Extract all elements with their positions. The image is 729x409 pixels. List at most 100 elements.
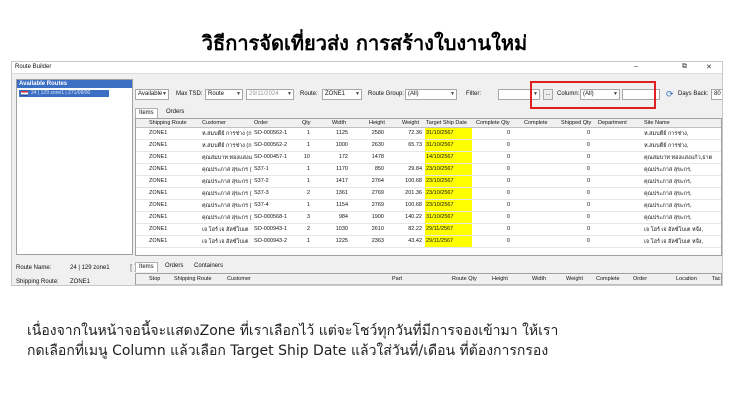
table-row[interactable]: ZONE1 คุณประภาส สุขะกร (SO-000568-1 3 984 19… bbox=[136, 212, 721, 224]
col-target-ship-date[interactable]: Target Ship Date bbox=[426, 120, 467, 126]
col-complete[interactable]: Complete bbox=[524, 120, 548, 126]
tab-orders[interactable]: Orders bbox=[163, 108, 187, 117]
table-row[interactable]: ZONE1 ห.สมบติ์ย์ การช่าง (ก. SO-000562-1 1 1… bbox=[136, 128, 721, 140]
col-qty[interactable]: Qty bbox=[302, 120, 311, 126]
table-cell: 23/10/2567 bbox=[426, 202, 454, 208]
minimize-icon[interactable]: – bbox=[634, 63, 638, 70]
table-row[interactable]: ZONE1 คุณประภาส สุขะกร (S37-4 1 1154 2769 100… bbox=[136, 200, 721, 212]
table-cell: SO-000943-2 bbox=[254, 238, 288, 244]
close-icon[interactable]: ✕ bbox=[706, 63, 712, 71]
title-bar: Route Builder – ⧉ ✕ bbox=[12, 62, 722, 74]
table-cell: 1 bbox=[306, 142, 310, 148]
route-group-select[interactable]: (All) ▼ bbox=[405, 89, 457, 100]
bcol-location[interactable]: Location bbox=[676, 276, 697, 282]
bcol-shipping-route[interactable]: Shipping Route bbox=[174, 276, 212, 282]
available-routes-panel: Available Routes 24 | 129 zone1 | 271/09… bbox=[16, 79, 133, 255]
chevron-down-icon: ▼ bbox=[236, 91, 241, 97]
col-order[interactable]: Order bbox=[254, 120, 268, 126]
table-cell: ห.สมบติ์ย์ การช่าง, bbox=[644, 143, 689, 149]
table-cell: คุณประภาส สุขะกร ( bbox=[202, 191, 252, 197]
table-cell: 23/10/2567 bbox=[426, 166, 454, 172]
table-row[interactable]: ZONE1 ห.สมบติ์ย์ การช่าง (ก. SO-000562-2 1 1… bbox=[136, 140, 721, 152]
bcol-width[interactable]: Width bbox=[532, 276, 546, 282]
caption-line-2: กดเลือกที่เมนู Column แล้วเลือก Target S… bbox=[27, 343, 549, 359]
max-tsd-select[interactable]: Route ▼ bbox=[205, 89, 243, 100]
table-cell: 100.68 bbox=[405, 202, 422, 208]
table-row[interactable]: ZONE1 เจ โฮร์ เจ ฮัลซ์โบเต SO-000943-2 1 122… bbox=[136, 236, 721, 248]
route-name-label: Route Name: bbox=[16, 265, 52, 271]
table-cell: 0 bbox=[506, 226, 510, 232]
bcol-stop[interactable]: Stop bbox=[149, 276, 160, 282]
table-row[interactable]: ZONE1 คุณประภาส สุขะกร (S37-1 1 1170 850 29.8… bbox=[136, 164, 721, 176]
col-height[interactable]: Height bbox=[369, 120, 385, 126]
tutorial-heading: วิธีการจัดเที่ยวส่ง การสร้างใบงานใหม่ bbox=[201, 31, 528, 55]
table-cell: ZONE1 bbox=[149, 238, 168, 244]
bcol-height[interactable]: Height bbox=[492, 276, 508, 282]
table-cell: 1125 bbox=[336, 130, 348, 136]
table-row[interactable]: ZONE1 เจ โฮร์ เจ ฮัลซ์โบเต SO-000943-1 2 103… bbox=[136, 224, 721, 236]
table-cell: ZONE1 bbox=[149, 142, 168, 148]
col-site-name[interactable]: Site Name bbox=[644, 120, 670, 126]
bcol-part[interactable]: Part bbox=[392, 276, 402, 282]
table-cell: 984 bbox=[338, 214, 348, 220]
table-cell: 1417 bbox=[335, 178, 348, 184]
table-cell: 2 bbox=[306, 190, 310, 196]
col-width[interactable]: Width bbox=[332, 120, 346, 126]
table-cell: 2630 bbox=[371, 142, 384, 148]
table-cell: 850 bbox=[374, 166, 384, 172]
table-cell: 1 bbox=[306, 166, 310, 172]
refresh-icon[interactable]: ⟳ bbox=[666, 89, 674, 100]
bcol-order[interactable]: Order bbox=[633, 276, 647, 282]
col-shipped-qty[interactable]: Shipped Qty bbox=[561, 120, 591, 126]
days-back-input[interactable]: 80 bbox=[711, 89, 722, 100]
table-cell: 29/11/2567 bbox=[426, 226, 454, 232]
table-cell: เจ โฮร์ เจ ฮัลซ์โบเต bbox=[202, 227, 249, 233]
col-shipping-route[interactable]: Shipping Route bbox=[149, 120, 187, 126]
table-row[interactable]: ZONE1 คุณประภาส สุขะกร (S37-2 1 1417 2764 100… bbox=[136, 176, 721, 188]
bcol-complete[interactable]: Complete bbox=[596, 276, 620, 282]
col-department[interactable]: Department bbox=[598, 120, 627, 126]
col-customer[interactable]: Customer bbox=[202, 120, 226, 126]
table-cell: ZONE1 bbox=[149, 226, 168, 232]
days-back-label: Days Back: bbox=[678, 91, 709, 97]
table-cell: 2 bbox=[306, 226, 310, 232]
bcol-route-qty[interactable]: Route Qty bbox=[452, 276, 477, 282]
table-cell: 0 bbox=[586, 190, 590, 196]
table-cell: 1225 bbox=[335, 238, 348, 244]
route-info: Route Name: 24 | 129 zone1 Shipping Rout… bbox=[16, 265, 138, 285]
route-select[interactable]: ZONE1 ▼ bbox=[322, 89, 362, 100]
table-cell: คุณสมบาท ทองแสงแก้ว,ธาต bbox=[644, 155, 713, 161]
table-cell: 82.22 bbox=[408, 226, 422, 232]
date-field[interactable]: 29/11/2024 ▼ bbox=[246, 89, 294, 100]
table-cell: SO-000943-1 bbox=[254, 226, 288, 232]
bcol-customer[interactable]: Customer bbox=[227, 276, 251, 282]
table-cell: 23/10/2567 bbox=[426, 178, 454, 184]
selected-route-item[interactable]: 24 | 129 zone1 | 271/09/00 bbox=[19, 90, 109, 97]
bottom-tab-containers[interactable]: Containers bbox=[191, 262, 226, 271]
table-cell: คุณประภาส สุขะกร, bbox=[644, 179, 692, 185]
tab-items[interactable]: Items bbox=[135, 108, 158, 118]
table-cell: 1 bbox=[306, 202, 310, 208]
bottom-tab-orders[interactable]: Orders bbox=[162, 262, 186, 271]
table-cell: ZONE1 bbox=[149, 166, 168, 172]
bottom-tab-items[interactable]: Items bbox=[135, 262, 158, 272]
filter-label: Filter: bbox=[466, 91, 481, 97]
table-row[interactable]: ZONE1 คุณประภาส สุขะกร (S37-3 2 1361 2769 201… bbox=[136, 188, 721, 200]
table-cell: ZONE1 bbox=[149, 190, 168, 196]
table-cell: คุณสมบาท ทองแสงแก้ bbox=[202, 155, 252, 161]
table-cell: 29/11/2567 bbox=[426, 238, 454, 244]
col-complete-qty[interactable]: Complete Qty bbox=[476, 120, 510, 126]
table-cell: คุณประภาส สุขะกร ( bbox=[202, 203, 252, 209]
status-select[interactable]: Available ▼ bbox=[135, 89, 169, 100]
bcol-weight[interactable]: Weight bbox=[566, 276, 583, 282]
col-weight[interactable]: Weight bbox=[402, 120, 419, 126]
bcol-tac[interactable]: Tac bbox=[712, 276, 721, 282]
table-cell: 1361 bbox=[335, 190, 348, 196]
table-cell: คุณประภาส สุขะกร ( bbox=[202, 179, 252, 185]
table-cell: 0 bbox=[586, 142, 590, 148]
table-row[interactable]: ZONE1 คุณสมบาท ทองแสงแก้ SO-000457-1 10 172 1… bbox=[136, 152, 721, 164]
table-cell: 0 bbox=[506, 166, 510, 172]
table-cell: เจ โฮร์ เจ ฮัลซ์โบเต หจั้ง, bbox=[644, 239, 704, 245]
chevron-down-icon: ▼ bbox=[355, 91, 360, 97]
maximize-icon[interactable]: ⧉ bbox=[682, 63, 687, 71]
